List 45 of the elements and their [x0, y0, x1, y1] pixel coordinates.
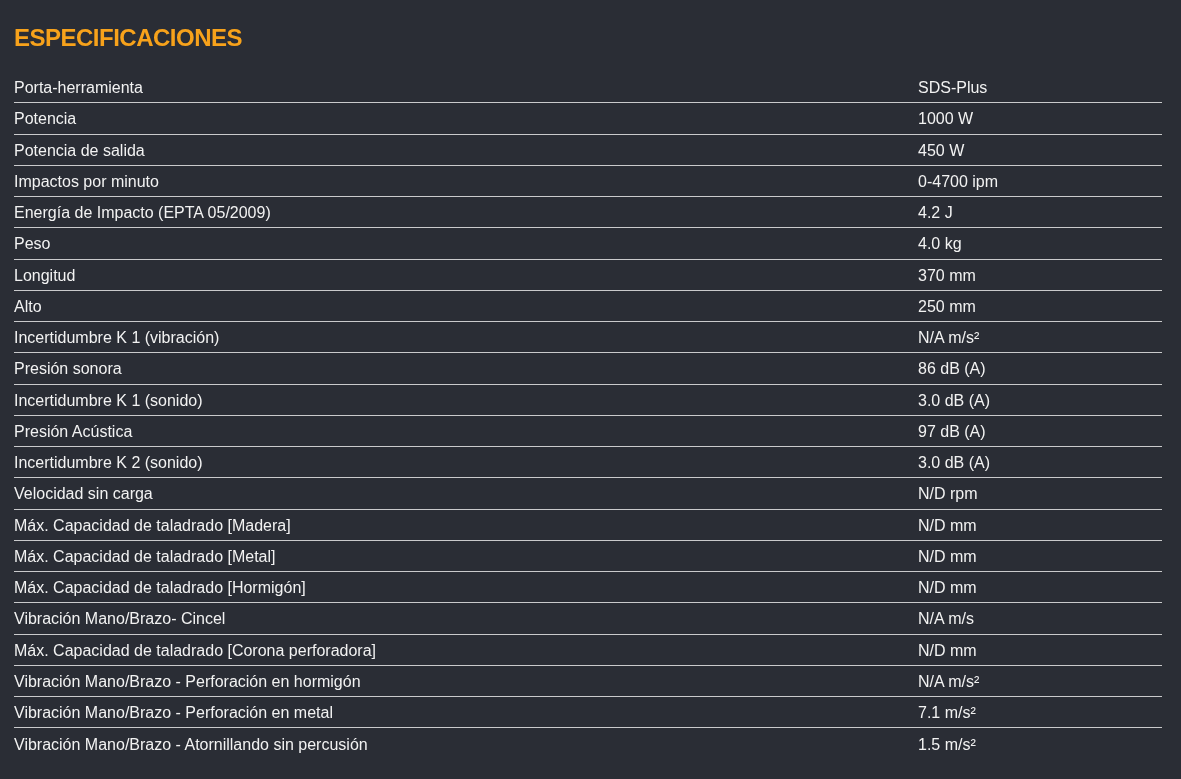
spec-value: 1000 W [918, 109, 975, 129]
spec-label: Vibración Mano/Brazo - Atornillando sin percusión [14, 734, 369, 754]
spec-label: Potencia [14, 109, 78, 129]
spec-value: 3.0 dB (A) [918, 453, 992, 473]
spec-value: N/D rpm [918, 484, 979, 504]
spec-value: N/A m/s² [918, 671, 981, 691]
spec-label: Vibración Mano/Brazo - Perforación en metal [14, 703, 334, 723]
spec-label: Presión sonora [14, 359, 123, 379]
spec-value: 0-4700 ipm [918, 171, 1000, 191]
spec-value: 97 dB (A) [918, 421, 987, 441]
spec-label: Máx. Capacidad de taladrado [Madera] [14, 515, 292, 535]
spec-label: Presión Acústica [14, 421, 134, 441]
spec-label: Longitud [14, 265, 77, 285]
spec-label: Vibración Mano/Brazo - Perforación en hormigón [14, 671, 362, 691]
spec-value: SDS-Plus [918, 78, 989, 98]
spec-label: Alto [14, 296, 43, 316]
spec-label: Máx. Capacidad de taladrado [Metal] [14, 546, 277, 566]
spec-value: 7.1 m/s² [918, 703, 977, 723]
spec-value: 250 mm [918, 296, 977, 316]
spec-value: N/D mm [918, 546, 978, 566]
spec-value: N/A m/s² [918, 328, 981, 348]
spec-value: 1.5 m/s² [918, 734, 977, 754]
spec-label: Porta-herramienta [14, 78, 144, 98]
spec-value: N/A m/s [918, 609, 975, 629]
spec-label: Peso [14, 234, 52, 254]
spec-value: 4.0 kg [918, 234, 963, 254]
spec-label: Incertidumbre K 1 (vibración) [14, 328, 221, 348]
spec-value: N/D mm [918, 515, 978, 535]
spec-label: Incertidumbre K 1 (sonido) [14, 390, 204, 410]
spec-value: 450 W [918, 140, 966, 160]
spec-label: Incertidumbre K 2 (sonido) [14, 453, 204, 473]
section-title: ESPECIFICACIONES [14, 24, 244, 52]
spec-value: N/D mm [918, 578, 978, 598]
spec-label: Velocidad sin carga [14, 484, 154, 504]
spec-label: Energía de Impacto (EPTA 05/2009) [14, 203, 272, 223]
spec-label: Potencia de salida [14, 140, 146, 160]
spec-label: Impactos por minuto [14, 171, 160, 191]
spec-label: Máx. Capacidad de taladrado [Hormigón] [14, 578, 307, 598]
spec-value: 370 mm [918, 265, 977, 285]
spec-value: 86 dB (A) [918, 359, 987, 379]
spec-label: Máx. Capacidad de taladrado [Corona perforadora] [14, 640, 377, 660]
spec-value: N/D mm [918, 640, 978, 660]
spec-value: 3.0 dB (A) [918, 390, 992, 410]
spec-value: 4.2 J [918, 203, 954, 223]
spec-label: Vibración Mano/Brazo- Cincel [14, 609, 227, 629]
